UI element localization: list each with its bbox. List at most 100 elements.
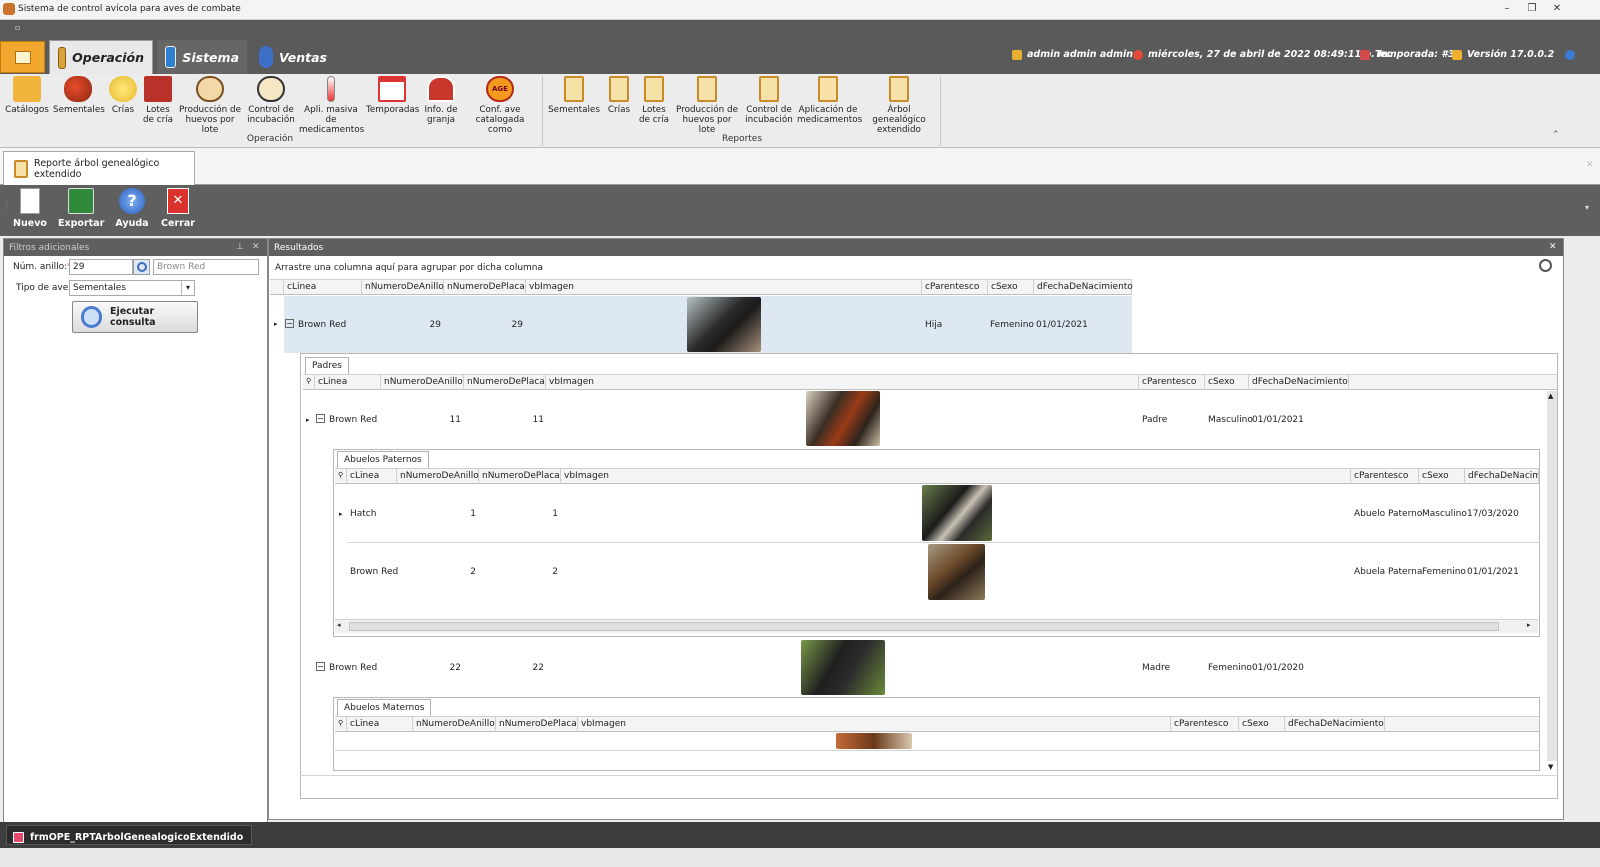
col-sexo[interactable]: cSexo: [1239, 717, 1285, 732]
ribbon-rpt-sementales[interactable]: Sementales: [548, 76, 600, 115]
execute-query-button[interactable]: Ejecutar consulta: [72, 301, 198, 333]
filter-row-icon[interactable]: ⚲: [335, 717, 347, 732]
ribbon-catalogos[interactable]: Catálogos: [4, 76, 50, 115]
col-anillo[interactable]: nNumeroDeAnillo: [381, 375, 464, 390]
nuevo-button[interactable]: Nuevo: [12, 188, 48, 229]
scroll-left-icon[interactable]: ◂: [337, 621, 341, 629]
cell-fecha: 01/01/2020: [1252, 663, 1304, 673]
col-sexo[interactable]: cSexo: [1205, 375, 1249, 390]
cell-placa: 29: [511, 320, 523, 330]
ribbon-info-granja[interactable]: Info. de granja: [421, 76, 461, 125]
doc-tab-arbol[interactable]: Reporte árbol genealógico extendido: [3, 151, 195, 185]
ribbon-rpt-medicamentos[interactable]: Aplicación de medicamentos: [797, 76, 862, 125]
filters-title: Filtros adicionales: [9, 243, 90, 253]
col-fecha[interactable]: dFechaDeNacimien: [1465, 469, 1539, 484]
ribbon-conf-ave[interactable]: AGE Conf. ave catalogada como: [464, 76, 536, 135]
close-panel-icon[interactable]: ✕: [252, 242, 260, 252]
col-parentesco[interactable]: cParentesco: [922, 280, 988, 295]
col-clinea[interactable]: cLinea: [347, 717, 413, 732]
ribbon-rpt-lotes[interactable]: Lotes de cría: [638, 76, 670, 125]
toolbar-overflow-icon[interactable]: ▾: [1585, 203, 1589, 212]
collapse-icon[interactable]: −: [316, 414, 325, 423]
col-clinea[interactable]: cLinea: [284, 280, 362, 295]
col-fecha[interactable]: dFechaDeNacimiento: [1034, 280, 1133, 295]
col-fecha[interactable]: dFechaDeNacimiento: [1285, 717, 1385, 732]
scrollbar-thumb[interactable]: [349, 622, 1499, 631]
col-fecha[interactable]: dFechaDeNacimiento: [1249, 375, 1349, 390]
tab-abuelos-paternos[interactable]: Abuelos Paternos: [337, 451, 429, 468]
magnifier-icon: [136, 262, 147, 272]
collapse-icon[interactable]: −: [285, 319, 294, 328]
tab-abuelos-maternos[interactable]: Abuelos Maternos: [337, 699, 432, 716]
clock-icon: [1133, 49, 1143, 60]
search-ring-button[interactable]: [133, 259, 150, 275]
tab-padres[interactable]: Padres: [305, 357, 349, 374]
col-placa[interactable]: nNumeroDePlaca: [479, 469, 561, 484]
filters-panel-header: Filtros adicionales ⊥ ✕: [4, 239, 267, 256]
help-circle-icon[interactable]: [1565, 49, 1576, 60]
minimize-button[interactable]: –: [1500, 3, 1514, 15]
exportar-button[interactable]: Exportar: [58, 188, 104, 229]
restore-button[interactable]: ❐: [1525, 3, 1539, 15]
col-clinea[interactable]: cLinea: [315, 375, 381, 390]
hen-photo: [801, 640, 885, 695]
ribbon-rpt-produccion[interactable]: Producción de huevos por lote: [673, 76, 741, 135]
col-parentesco[interactable]: cParentesco: [1351, 469, 1419, 484]
application-menu-button[interactable]: [0, 41, 45, 73]
col-imagen[interactable]: vbImagen: [526, 280, 922, 295]
ribbon-apli-medicamentos[interactable]: Apli. masiva de medicamentos: [299, 76, 364, 135]
col-placa[interactable]: nNumeroDePlaca: [444, 280, 526, 295]
col-imagen[interactable]: vbImagen: [561, 469, 1351, 484]
col-parentesco[interactable]: cParentesco: [1171, 717, 1239, 732]
close-window-button[interactable]: ✕: [1550, 3, 1564, 15]
vertical-scrollbar[interactable]: [1547, 391, 1557, 761]
toolbar-grip-icon: ⋮: [3, 201, 11, 210]
find-icon[interactable]: [1539, 259, 1552, 272]
quick-access-icon[interactable]: ▫: [15, 24, 23, 32]
tab-ventas[interactable]: Ventas: [251, 40, 335, 74]
ribbon-control-incubacion[interactable]: Control de incubación: [246, 76, 296, 125]
ribbon-temporadas[interactable]: Temporadas: [366, 76, 419, 115]
col-anillo[interactable]: nNumeroDeAnillo: [362, 280, 444, 295]
scroll-down-icon[interactable]: ▼: [1548, 763, 1553, 771]
ribbon-rpt-incubacion[interactable]: Control de incubación: [744, 76, 794, 125]
ring-number-input[interactable]: 29: [69, 259, 133, 275]
collapse-ribbon-icon[interactable]: ⌃: [1552, 130, 1560, 140]
taskbar-form-item[interactable]: frmOPE_RPTArbolGenealogicoExtendido: [6, 825, 253, 845]
chevron-down-icon[interactable]: ▾: [181, 281, 194, 295]
col-anillo[interactable]: nNumeroDeAnillo: [413, 717, 496, 732]
scroll-up-icon[interactable]: ▲: [1548, 392, 1553, 400]
filter-row-icon[interactable]: ⚲: [303, 375, 315, 390]
ribbon-crias[interactable]: Crías: [106, 76, 140, 115]
rooster-photo: [806, 391, 880, 446]
col-placa[interactable]: nNumeroDePlaca: [496, 717, 578, 732]
ribbon-rpt-arbol[interactable]: Árbol genealógico extendido: [862, 76, 936, 135]
tab-operacion[interactable]: Operación: [49, 40, 153, 74]
pin-icon[interactable]: ⊥: [236, 242, 244, 252]
filter-row-icon[interactable]: ⚲: [335, 469, 347, 484]
cerrar-button[interactable]: ✕ Cerrar: [160, 188, 196, 229]
close-results-icon[interactable]: ✕: [1549, 242, 1557, 252]
close-doc-icon[interactable]: ✕: [1586, 160, 1594, 170]
col-sexo[interactable]: cSexo: [988, 280, 1034, 295]
ayuda-button[interactable]: ? Ayuda: [114, 188, 150, 229]
ribbon-rpt-crias[interactable]: Crías: [603, 76, 635, 115]
col-placa[interactable]: nNumeroDePlaca: [464, 375, 546, 390]
collapse-icon[interactable]: −: [316, 662, 325, 671]
col-imagen[interactable]: vbImagen: [578, 717, 1171, 732]
bird-type-select[interactable]: Sementales ▾: [69, 280, 195, 296]
ribbon-label: Lotes de cría: [142, 105, 174, 125]
tab-sistema[interactable]: Sistema: [157, 40, 247, 74]
row-divider: [347, 542, 1539, 543]
barn-icon: [144, 76, 172, 102]
ribbon-sementales[interactable]: Sementales: [53, 76, 105, 115]
col-anillo[interactable]: nNumeroDeAnillo: [397, 469, 479, 484]
scroll-right-icon[interactable]: ▸: [1527, 621, 1531, 629]
ribbon-produccion-huevos[interactable]: Producción de huevos por lote: [177, 76, 243, 135]
col-clinea[interactable]: cLinea: [347, 469, 397, 484]
ribbon-lotes-cria[interactable]: Lotes de cría: [142, 76, 174, 125]
col-sexo[interactable]: cSexo: [1419, 469, 1465, 484]
col-imagen[interactable]: vbImagen: [546, 375, 1139, 390]
col-parentesco[interactable]: cParentesco: [1139, 375, 1205, 390]
horizontal-scrollbar[interactable]: ◂ ▸: [335, 619, 1538, 633]
